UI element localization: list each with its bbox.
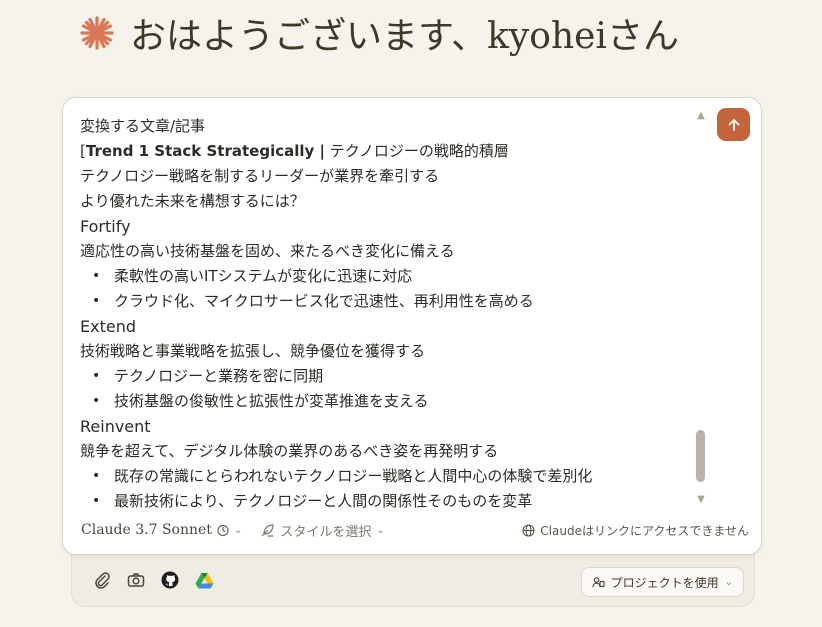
project-icon [591,576,605,587]
title-rest: テクノロジーの戦略的積層 [325,142,509,160]
editor-line: 適応性の高い技術基盤を固め、来たるべき変化に備える [80,242,455,260]
editor-line: 技術戦略と事業戦略を拡張し、競争優位を獲得する [80,342,426,360]
style-selector[interactable]: スタイルを選択 ⌄ [260,521,385,540]
chevron-down-icon: ⌄ [724,576,733,588]
editor-line: 変換する文章/記事 [80,117,206,135]
composer-toolbar: Claude 3.7 Sonnet ⌄ スタイルを選択 ⌄ Claudeはリンク… [81,518,749,542]
editor-line: 競争を超えて、デジタル体験の業界のあるべき姿を再発明する [80,442,499,460]
editor-bullet-item: 柔軟性の高いITシステムが変化に迅速に対応 [80,264,680,289]
editor-heading: Reinvent [80,417,151,436]
editor-bullet-item: クラウド化、マイクロサービス化で迅速性、再利用性を高める [80,289,680,314]
camera-icon[interactable] [126,570,146,590]
editor-heading: Fortify [80,217,131,236]
editor-bullet-item: 最新技術により、テクノロジーと人間の関係性そのものを変革 [80,489,680,514]
editor-line-title: [Trend 1 Stack Strategically | テクノロジーの戦略… [80,139,680,164]
paperclip-icon[interactable] [92,570,112,590]
use-project-button[interactable]: プロジェクトを使用 ⌄ [580,567,744,597]
scroll-up-arrow-icon[interactable]: ▲ [695,110,707,121]
editor-bullet-item: 技術基盤の俊敏性と拡張性が変革推進を支える [80,389,680,414]
github-icon[interactable] [160,570,180,590]
google-drive-icon[interactable] [194,570,214,590]
chevron-down-icon: ⌄ [233,524,243,536]
editor-bullet-item: 既存の常識にとらわれないテクノロジー戦略と人間中心の体験で差別化 [80,464,680,489]
use-project-label: プロジェクトを使用 [610,575,719,590]
title-bold: Trend 1 Stack Strategically | [85,142,325,160]
thinking-mode-icon [217,524,229,537]
model-selector[interactable]: Claude 3.7 Sonnet ⌄ [81,522,242,538]
style-label: スタイルを選択 [280,524,372,540]
editor-heading: Extend [80,317,136,336]
link-notice-text: Claudeはリンクにアクセスできません [540,523,749,538]
chevron-down-icon: ⌄ [376,524,385,536]
message-input[interactable]: 変換する文章/記事 [Trend 1 Stack Strategically | … [80,114,680,514]
send-button[interactable] [717,108,750,141]
editor-line: より優れた未来を構想するには？ [80,192,305,210]
editor-bullet-item: テクノロジーと業務を密に同期 [80,364,680,389]
globe-icon [522,523,535,537]
link-access-notice: Claudeはリンクにアクセスできません [522,522,749,539]
quill-pen-icon [261,523,274,537]
model-label: Claude 3.7 Sonnet [81,522,212,538]
composer: 変換する文章/記事 [Trend 1 Stack Strategically | … [62,97,762,555]
scroll-down-arrow-icon[interactable]: ▼ [695,494,707,505]
scrollbar-thumb[interactable] [696,430,705,482]
claude-logo-icon [80,16,114,50]
editor-line: テクノロジー戦略を制するリーダーが業界を牽引する [80,167,440,185]
arrow-up-icon [728,118,739,131]
greeting-text: おはようございます、kyoheiさん [130,16,679,57]
greeting: おはようございます、kyoheiさん [80,8,679,58]
